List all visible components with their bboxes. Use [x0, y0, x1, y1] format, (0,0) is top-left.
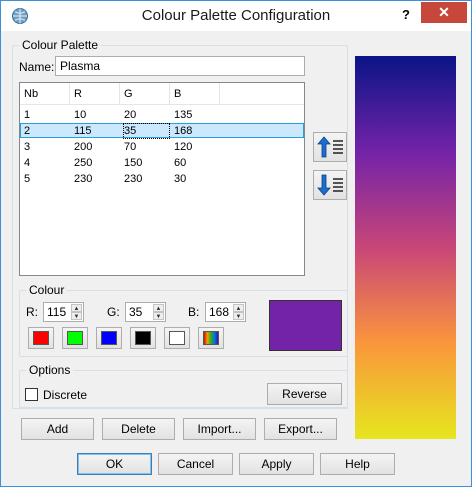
title-bar: Colour Palette Configuration ? ✕: [1, 1, 471, 31]
column-separator: [119, 83, 120, 104]
cell-r: 250: [74, 157, 93, 169]
cell-g: 70: [124, 141, 137, 153]
add-button[interactable]: Add: [21, 418, 94, 440]
swatch-blue-button[interactable]: [96, 327, 122, 349]
b-spinbox[interactable]: 168 ▲ ▼: [205, 302, 246, 322]
colour-group-title: Colour: [26, 283, 68, 297]
table-header: Nb R G B: [20, 83, 304, 105]
spin-arrows: ▲ ▼: [153, 304, 164, 320]
spin-arrows: ▲ ▼: [233, 304, 244, 320]
cell-g: 150: [124, 157, 143, 169]
colour-picker-button[interactable]: [198, 327, 224, 349]
move-up-button[interactable]: [313, 132, 347, 162]
column-header-nb[interactable]: Nb: [24, 87, 38, 101]
cell-g: 20: [124, 109, 137, 121]
context-help-button[interactable]: ?: [393, 5, 419, 25]
spin-down-icon[interactable]: ▼: [71, 312, 82, 320]
b-value: 168: [209, 305, 230, 319]
g-value: 35: [129, 305, 143, 319]
rainbow-swatch-icon: [203, 331, 219, 345]
cell-b: 135: [174, 109, 193, 121]
spin-up-icon[interactable]: ▲: [233, 304, 244, 312]
table-row[interactable]: 3 200 70 120: [20, 140, 304, 155]
spin-up-icon[interactable]: ▲: [71, 304, 82, 312]
red-swatch: [33, 331, 49, 345]
cell-nb: 5: [24, 173, 31, 185]
table-row[interactable]: 4 250 150 60: [20, 156, 304, 171]
move-down-button[interactable]: [313, 170, 347, 200]
black-swatch: [135, 331, 151, 345]
name-input[interactable]: Plasma: [55, 56, 305, 76]
column-separator: [169, 83, 170, 104]
ok-button[interactable]: OK: [77, 453, 152, 475]
swatch-red-button[interactable]: [28, 327, 54, 349]
discrete-label[interactable]: Discrete: [43, 387, 87, 403]
spin-arrows: ▲ ▼: [71, 304, 82, 320]
cell-b: 60: [174, 157, 187, 169]
cell-b: 168: [174, 125, 193, 137]
column-separator: [219, 83, 220, 104]
cell-g: 230: [124, 173, 143, 185]
cell-g-focused: 35: [123, 123, 170, 139]
colour-preview: [269, 300, 342, 351]
white-swatch: [169, 331, 185, 345]
cell-nb: 3: [24, 141, 31, 153]
cell-b: 30: [174, 173, 187, 185]
cell-b: 120: [174, 141, 193, 153]
green-swatch: [67, 331, 83, 345]
cell-r: 115: [74, 125, 92, 137]
b-label: B:: [188, 305, 200, 319]
reverse-button[interactable]: Reverse: [267, 383, 342, 405]
palette-dialog: Colour Palette Configuration ? ✕ Colour …: [0, 0, 472, 487]
g-label: G:: [107, 305, 120, 319]
move-down-icon: [317, 174, 343, 196]
cell-nb: 2: [24, 125, 31, 137]
discrete-checkbox[interactable]: [25, 388, 38, 401]
table-row[interactable]: 1 10 20 135: [20, 108, 304, 123]
cancel-button[interactable]: Cancel: [158, 453, 233, 475]
table-row-selected[interactable]: 2 115 35 168: [20, 123, 304, 139]
cell-r: 10: [74, 109, 87, 121]
palette-table[interactable]: Nb R G B 1 10 20 135 2 115 35 168 3 200 …: [19, 82, 305, 276]
import-button[interactable]: Import...: [183, 418, 256, 440]
export-button[interactable]: Export...: [264, 418, 337, 440]
apply-button[interactable]: Apply: [239, 453, 314, 475]
column-separator: [69, 83, 70, 104]
cell-nb: 4: [24, 157, 31, 169]
close-button[interactable]: ✕: [421, 2, 467, 23]
options-group-title: Options: [26, 363, 74, 377]
r-spinbox[interactable]: 115 ▲ ▼: [43, 302, 84, 322]
r-label: R:: [26, 305, 38, 319]
colour-palette-group-title: Colour Palette: [19, 38, 102, 52]
swatch-black-button[interactable]: [130, 327, 156, 349]
spin-up-icon[interactable]: ▲: [153, 304, 164, 312]
spin-down-icon[interactable]: ▼: [153, 312, 164, 320]
gradient-preview: [355, 56, 456, 439]
blue-swatch: [101, 331, 117, 345]
move-up-icon: [317, 136, 343, 158]
cell-r: 230: [74, 173, 93, 185]
table-row[interactable]: 5 230 230 30: [20, 172, 304, 187]
swatch-white-button[interactable]: [164, 327, 190, 349]
cell-nb: 1: [24, 109, 31, 121]
r-value: 115: [47, 305, 67, 319]
column-header-g[interactable]: G: [124, 87, 133, 101]
help-button[interactable]: Help: [320, 453, 395, 475]
column-header-r[interactable]: R: [74, 87, 82, 101]
g-spinbox[interactable]: 35 ▲ ▼: [125, 302, 166, 322]
name-label: Name:: [19, 60, 55, 74]
spin-down-icon[interactable]: ▼: [233, 312, 244, 320]
delete-button[interactable]: Delete: [102, 418, 175, 440]
column-header-b[interactable]: B: [174, 87, 181, 101]
swatch-green-button[interactable]: [62, 327, 88, 349]
cell-r: 200: [74, 141, 93, 153]
